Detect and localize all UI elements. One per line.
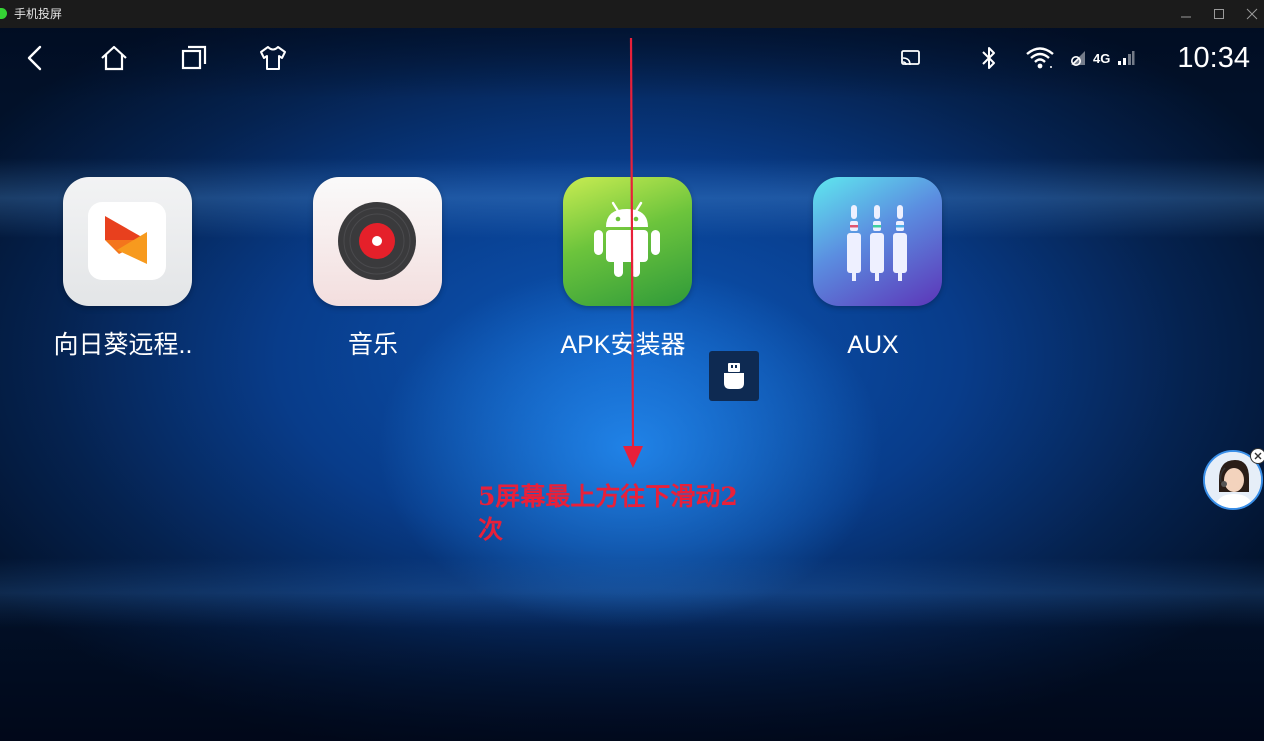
bluetooth-icon	[980, 44, 998, 72]
minimize-button[interactable]	[1172, 4, 1200, 24]
cellular-signal-icon	[1117, 44, 1135, 72]
usb-drive-icon	[724, 363, 744, 389]
signal-icon	[1069, 44, 1087, 72]
app-label: 音乐	[347, 331, 398, 359]
theme-shirt-icon	[260, 46, 286, 70]
wallpaper-light-band	[0, 558, 1264, 628]
sunflower-remote-icon	[63, 177, 192, 306]
phone-screen[interactable]: 4G 10:34 向日葵远程.. 音乐 APK安装器 AUX 5屏幕最上方往下滑…	[0, 28, 1264, 741]
app-label: 向日葵远程..	[53, 331, 193, 359]
window-title: 手机投屏	[14, 7, 63, 21]
usb-floating-button[interactable]	[709, 351, 759, 401]
window-titlebar: 手机投屏	[0, 0, 1264, 28]
app-music[interactable]: 音乐	[283, 177, 443, 367]
close-button[interactable]	[1238, 4, 1264, 24]
maximize-button[interactable]	[1205, 4, 1233, 24]
back-button[interactable]	[13, 38, 57, 78]
theme-button[interactable]	[251, 38, 295, 78]
minimize-icon	[1181, 16, 1191, 18]
home-button[interactable]	[92, 38, 136, 78]
recents-icon	[181, 45, 207, 70]
avatar-close-button[interactable]	[1250, 448, 1264, 464]
app-status-indicator	[0, 8, 7, 19]
app-apk-installer[interactable]: APK安装器	[533, 177, 693, 367]
wifi-icon	[1025, 44, 1055, 72]
back-icon	[27, 45, 42, 71]
maximize-icon	[1214, 9, 1224, 19]
home-icon	[101, 45, 127, 71]
recents-button[interactable]	[172, 38, 216, 78]
app-aux[interactable]: AUX	[783, 177, 943, 367]
app-sunflower-remote[interactable]: 向日葵远程..	[33, 177, 193, 367]
aux-jack-icon	[813, 177, 942, 306]
swipe-down-arrow	[623, 38, 643, 468]
music-disc-icon	[313, 177, 442, 306]
app-label: AUX	[847, 331, 899, 359]
cast-icon	[901, 44, 921, 72]
status-clock: 10:34	[1177, 42, 1250, 74]
close-icon	[1254, 452, 1262, 460]
network-type-label: 4G	[1093, 50, 1111, 66]
close-icon	[1246, 8, 1258, 20]
instruction-annotation: 5屏幕最上方往下滑动2次	[478, 482, 738, 544]
